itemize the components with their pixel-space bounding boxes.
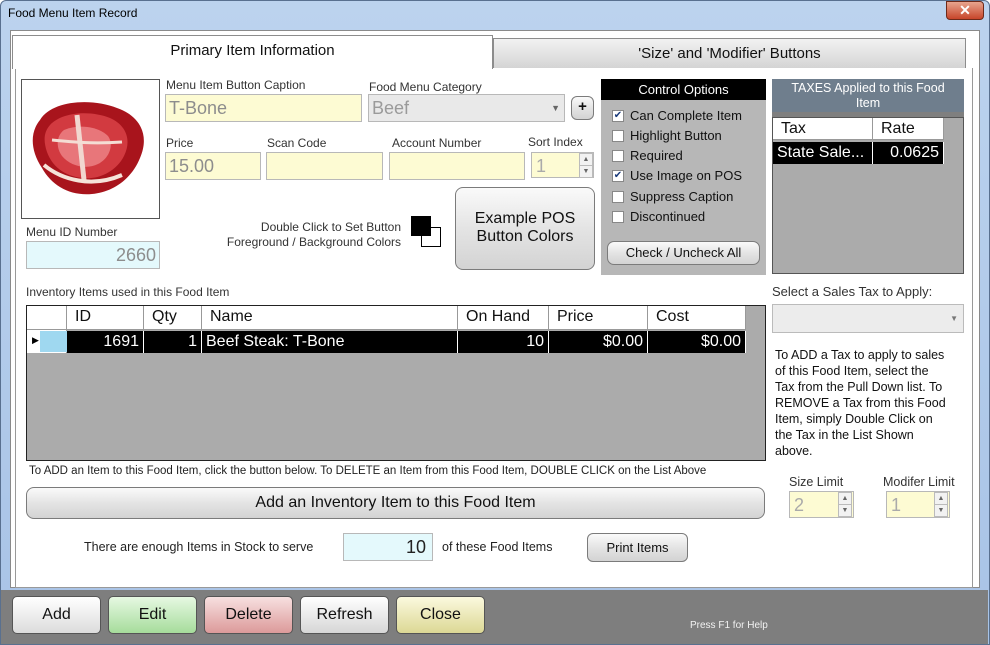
color-hint-line1: Double Click to Set Button (260, 220, 401, 234)
tax-help-text: To ADD a Tax to apply to sales of this F… (775, 347, 965, 459)
rate-column-header[interactable]: Rate (873, 118, 944, 140)
window-title: Food Menu Item Record (8, 6, 138, 20)
menu-id-label: Menu ID Number (26, 225, 118, 239)
caption-input[interactable]: T-Bone (165, 94, 362, 122)
qty-column-header[interactable]: Qty (144, 306, 202, 330)
add-category-button[interactable]: + (571, 96, 594, 120)
price-input[interactable]: 15.00 (165, 152, 261, 180)
can-complete-label: Can Complete Item (630, 108, 742, 123)
modifier-limit-value: 1 (891, 495, 902, 515)
row-selector-highlight (40, 331, 67, 352)
sort-down-icon[interactable]: ▼ (579, 165, 593, 178)
print-items-button[interactable]: Print Items (587, 533, 688, 562)
inventory-instructions: To ADD an Item to this Food Item, click … (29, 465, 707, 477)
tax-help-line: of this Food Item, select the (775, 364, 929, 378)
control-options-title: Control Options (601, 79, 766, 100)
inventory-name-cell[interactable]: Beef Steak: T-Bone (202, 331, 458, 353)
foreground-color-swatch[interactable] (411, 216, 431, 236)
help-hint: Press F1 for Help (690, 620, 768, 631)
tax-help-line: above. (775, 444, 813, 458)
delete-button[interactable]: Delete (204, 596, 293, 634)
stock-suffix: of these Food Items (442, 540, 553, 554)
discontinued-checkbox[interactable] (612, 211, 624, 223)
scan-code-label: Scan Code (267, 136, 327, 150)
inventory-cost-cell[interactable]: $0.00 (648, 331, 746, 353)
suppress-caption-checkbox[interactable] (612, 191, 624, 203)
highlight-checkbox[interactable] (612, 130, 624, 142)
example-pos-button[interactable]: Example POS Button Colors (455, 187, 595, 270)
tax-help-line: To ADD a Tax to apply to sales (775, 348, 945, 362)
account-number-label: Account Number (392, 136, 482, 150)
caption-label: Menu Item Button Caption (166, 78, 306, 92)
example-pos-line1: Example POS (474, 210, 576, 227)
tax-name-cell[interactable]: State Sale... (773, 142, 873, 164)
tax-help-line: the Tax in the List Shown (775, 428, 914, 442)
required-label: Required (630, 148, 683, 163)
add-button[interactable]: Add (12, 596, 101, 634)
inventory-qty-cell[interactable]: 1 (144, 331, 202, 353)
inventory-price-cell[interactable]: $0.00 (549, 331, 648, 353)
taxes-grid[interactable] (772, 117, 964, 274)
cost-column-header[interactable]: Cost (648, 306, 746, 330)
inventory-id-cell[interactable]: 1691 (67, 331, 144, 353)
menu-id-field: 2660 (26, 241, 160, 269)
tab-primary-info[interactable]: Primary Item Information (12, 35, 493, 69)
use-image-label: Use Image on POS (630, 168, 742, 183)
category-value: Beef (372, 98, 410, 118)
item-image[interactable] (21, 79, 160, 219)
tab-size-modifier[interactable]: 'Size' and 'Modifier' Buttons (493, 38, 966, 68)
refresh-button[interactable]: Refresh (300, 596, 389, 634)
tax-column-header[interactable]: Tax (773, 118, 873, 140)
can-complete-checkbox[interactable]: ✔ (612, 110, 624, 122)
tax-help-line: Tax from the Pull Down list. To (775, 380, 943, 394)
size-limit-label: Size Limit (789, 475, 844, 489)
edit-button[interactable]: Edit (108, 596, 197, 634)
tax-help-line: REMOVE a Tax from this Food (775, 396, 946, 410)
scan-code-input[interactable] (266, 152, 383, 180)
tax-help-line: Item, simply Double Click on (775, 412, 933, 426)
price-label: Price (166, 136, 194, 150)
steak-image (32, 102, 144, 195)
taxes-title: TAXES Applied to this Food Item (772, 79, 964, 112)
discontinued-label: Discontinued (630, 209, 706, 224)
title-bar (0, 0, 990, 28)
sort-index-label: Sort Index (528, 135, 583, 149)
category-select[interactable]: Beef ▼ (368, 94, 565, 122)
suppress-caption-label: Suppress Caption (630, 189, 734, 204)
add-inventory-item-button[interactable]: Add an Inventory Item to this Food Item (26, 487, 765, 519)
close-window-button[interactable]: ✕ (946, 1, 984, 20)
sort-index-value: 1 (536, 156, 547, 176)
tax-rate-cell[interactable]: 0.0625 (873, 142, 944, 164)
taxes-title-line1: TAXES Applied to this Food (791, 81, 945, 95)
size-down-icon[interactable]: ▼ (838, 504, 852, 517)
name-column-header[interactable]: Name (202, 306, 458, 330)
highlight-label: Highlight Button (630, 128, 722, 143)
use-image-checkbox[interactable]: ✔ (612, 170, 624, 182)
color-hint-line2: Foreground / Background Colors (226, 235, 401, 249)
taxes-title-line2: Item (855, 96, 881, 110)
category-label: Food Menu Category (369, 80, 482, 94)
chevron-down-icon: ▼ (551, 103, 560, 113)
on-hand-column-header[interactable]: On Hand (458, 306, 549, 330)
close-button[interactable]: Close (396, 596, 485, 634)
stock-count-field: 10 (343, 533, 433, 561)
example-pos-line2: Button Colors (476, 228, 574, 245)
select-tax-label: Select a Sales Tax to Apply: (772, 284, 933, 299)
inventory-onhand-cell[interactable]: 10 (458, 331, 549, 353)
required-checkbox[interactable] (612, 150, 624, 162)
size-limit-value: 2 (794, 495, 805, 515)
id-column-header[interactable]: ID (67, 306, 144, 330)
stock-text: There are enough Items in Stock to serve (84, 540, 314, 554)
account-number-input[interactable] (389, 152, 525, 180)
chevron-down-icon: ▼ (950, 314, 958, 323)
price-column-header[interactable]: Price (549, 306, 648, 330)
sales-tax-select[interactable]: ▼ (772, 304, 964, 333)
row-header-corner (27, 306, 67, 330)
check-uncheck-all-button[interactable]: Check / Uncheck All (607, 241, 760, 265)
modifier-limit-label: Modifer Limit (883, 475, 955, 489)
modifier-down-icon[interactable]: ▼ (934, 504, 948, 517)
inventory-label: Inventory Items used in this Food Item (26, 285, 230, 299)
